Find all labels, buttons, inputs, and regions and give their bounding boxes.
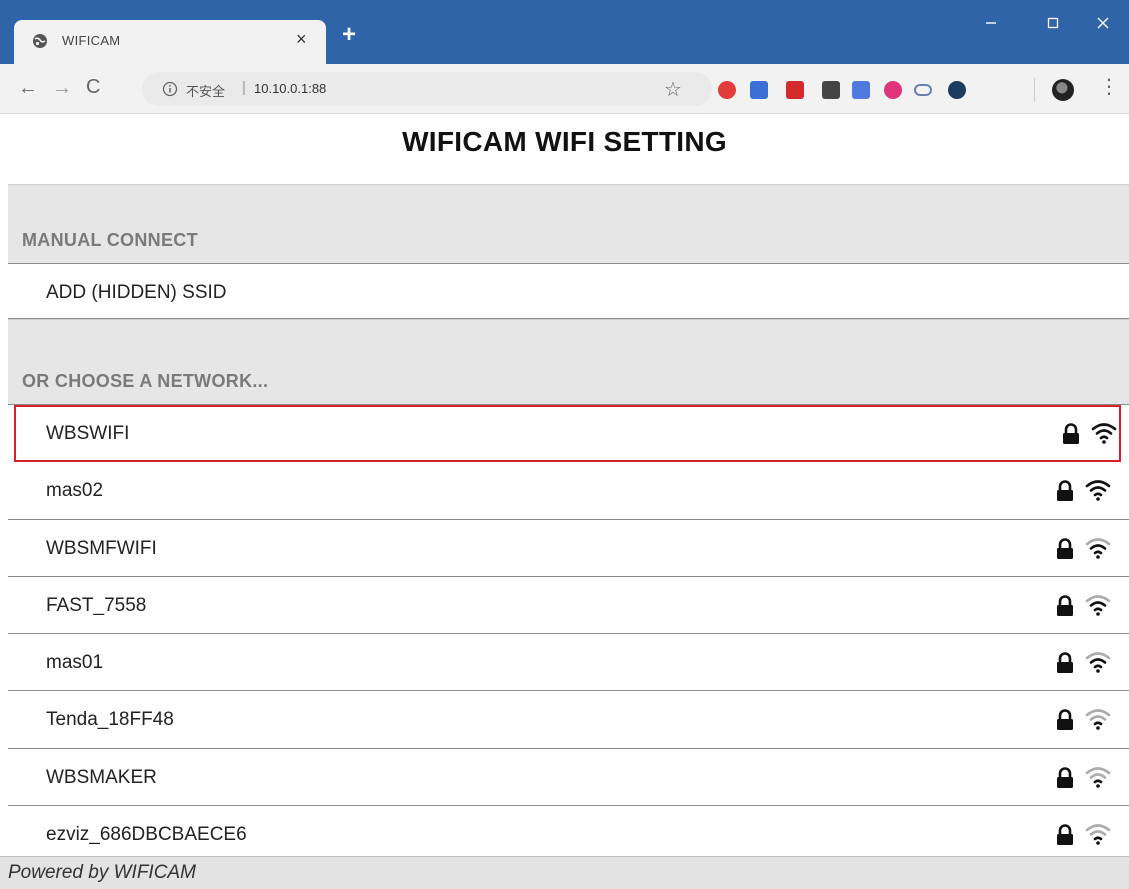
network-ssid: WBSMAKER [46,766,157,788]
page-title: WIFICAM WIFI SETTING [402,126,727,157]
tab-close-icon[interactable]: × [296,29,307,50]
wifi-signal-icon [1085,709,1111,731]
manual-connect-label: MANUAL CONNECT [22,230,198,250]
network-row[interactable]: ezviz_686DBCBAECE6 [8,805,1129,863]
menu-kebab-icon[interactable]: ⋮ [1099,76,1119,98]
wifi-signal-icon [1085,652,1111,673]
info-icon[interactable] [162,81,178,97]
ext-blue-chevron-icon[interactable] [852,81,870,99]
new-tab-button[interactable]: + [342,23,356,47]
lock-icon [1057,824,1073,845]
network-row[interactable]: WBSWIFI [14,405,1121,463]
network-ssid: mas01 [46,652,104,673]
footer-text: Powered by WIFICAM [8,862,196,883]
footer: Powered by WIFICAM [0,856,1129,889]
network-ssid: ezviz_686DBCBAECE6 [46,823,247,845]
browser-toolbar: ← → C 不安全 | 10.10.0.1:88 ☆ ⋮ [0,64,1129,114]
url-separator: | [242,79,246,96]
network-row[interactable]: Tenda_18FF48 [8,691,1129,749]
browser-titlebar: WIFICAM × + [0,0,1129,64]
globe-icon [33,34,47,48]
url-text[interactable]: 10.10.0.1:88 [254,81,326,96]
network-list: WBSWIFI mas02 WBSMFWIFI FAST_7558 mas01 Tenda… [8,405,1129,863]
network-row[interactable]: mas02 [8,462,1129,520]
wifi-signal-icon [1091,423,1117,444]
toolbar-divider [1034,78,1035,102]
lock-icon [1057,709,1073,731]
lock-icon [1057,480,1073,502]
ext-red-round-icon[interactable] [718,81,736,99]
network-ssid: Tenda_18FF48 [46,709,174,731]
wifi-signal-icon [1085,537,1111,559]
network-row[interactable]: mas01 [8,634,1129,692]
ext-badge-icon[interactable] [822,81,840,99]
forward-arrow-icon[interactable]: → [52,78,72,98]
choose-network-label: OR CHOOSE A NETWORK... [22,371,269,391]
address-bar[interactable]: 不安全 | 10.10.0.1:88 ☆ [142,72,712,106]
network-row[interactable]: WBSMFWIFI [8,519,1129,577]
wifi-signal-icon [1085,480,1111,502]
ext-dark-circle-icon[interactable] [948,81,966,99]
ext-translate-icon[interactable] [750,81,768,99]
browser-tab[interactable]: WIFICAM × [14,20,326,64]
lock-icon [1057,537,1073,559]
add-hidden-ssid-button[interactable]: ADD (HIDDEN) SSID [8,264,1129,319]
tab-title: WIFICAM [62,33,121,48]
network-ssid: mas02 [46,480,104,502]
lock-icon [1057,595,1073,616]
close-window-icon[interactable] [1094,16,1112,30]
lock-icon [1057,652,1073,673]
profile-avatar-icon[interactable] [1052,79,1074,101]
network-ssid: WBSMFWIFI [46,537,157,559]
wifi-signal-icon [1085,823,1111,845]
lock-icon [1063,423,1079,444]
choose-network-header: OR CHOOSE A NETWORK... [8,319,1129,405]
minimize-icon[interactable] [982,16,1000,30]
reload-icon[interactable]: C [86,77,100,97]
bookmark-star-icon[interactable]: ☆ [664,77,682,102]
lock-icon [1057,766,1073,788]
wifi-signal-icon [1085,594,1111,616]
ext-cloud-icon[interactable] [914,84,932,96]
wifi-signal-icon [1085,766,1111,788]
back-arrow-icon[interactable]: ← [18,78,38,98]
add-hidden-ssid-label: ADD (HIDDEN) SSID [46,282,227,303]
ext-red-square-icon[interactable] [786,81,804,99]
network-row[interactable]: WBSMAKER [8,748,1129,806]
network-ssid: FAST_7558 [46,594,147,616]
manual-connect-header: MANUAL CONNECT [8,184,1129,264]
maximize-icon[interactable] [1044,16,1062,30]
network-row[interactable]: FAST_7558 [8,576,1129,634]
insecure-label: 不安全 [186,84,226,99]
ext-pink-eye-icon[interactable] [884,81,902,99]
network-ssid: WBSWIFI [46,423,130,444]
